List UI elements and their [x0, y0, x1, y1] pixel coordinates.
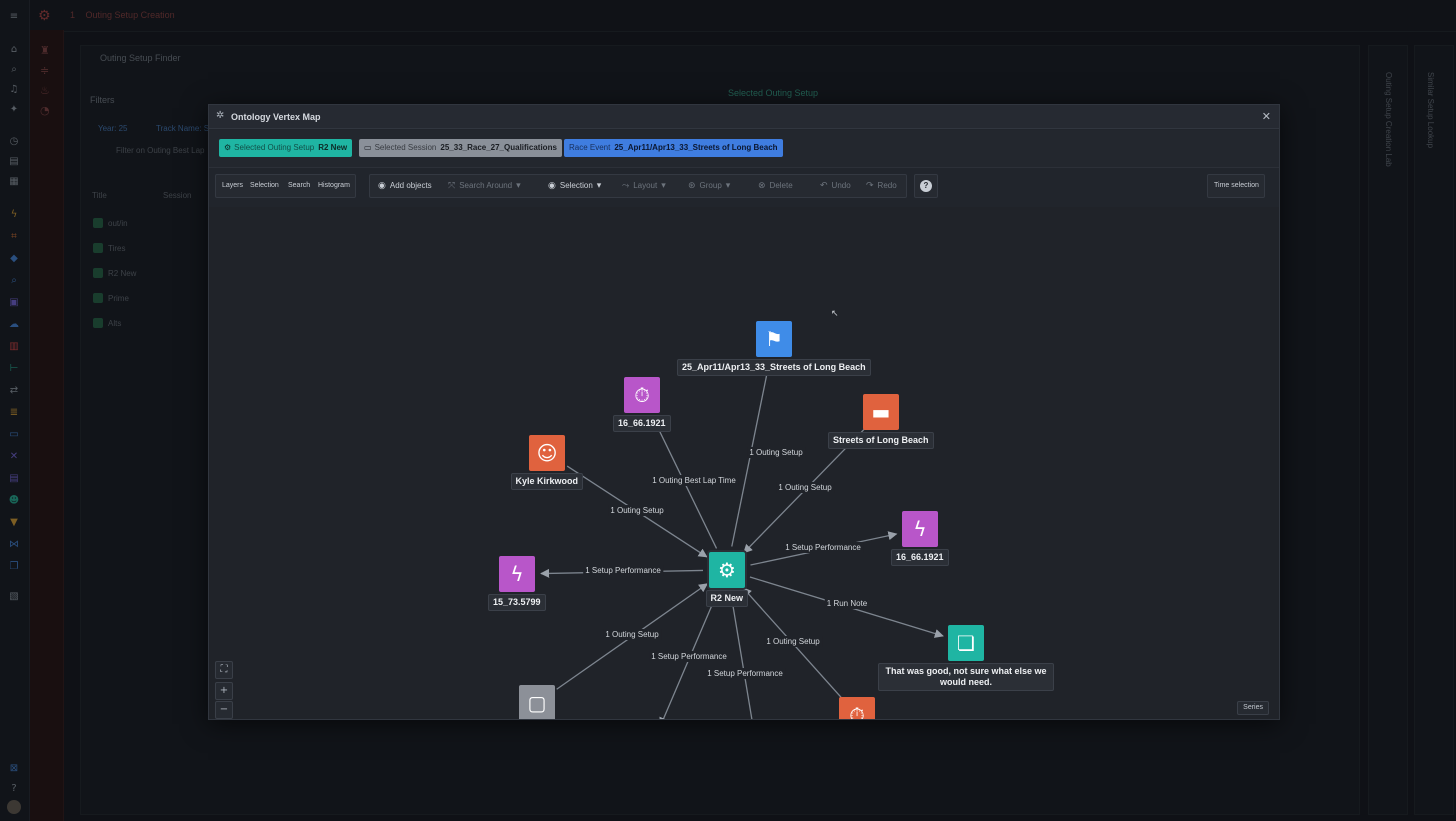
selection-label: Selection — [559, 181, 593, 190]
tab-histogram[interactable]: Histogram — [318, 175, 350, 197]
node-label[interactable]: 16_66.1921 — [613, 415, 671, 432]
group-icon: ⊛ — [688, 181, 696, 191]
node-label[interactable]: Kyle Kirkwood — [510, 473, 584, 490]
graph-edge[interactable] — [730, 593, 758, 720]
node-label[interactable]: 16_66.1921 — [891, 549, 949, 566]
chevron-down-icon: ▾ — [516, 181, 521, 191]
zoom-in-button[interactable]: + — [215, 682, 233, 700]
node-stopwatch-icon[interactable]: ⏱ — [624, 377, 660, 413]
node-label[interactable]: 15_73.5799 — [488, 594, 546, 611]
undo-label: Undo — [831, 181, 851, 190]
layout-icon: ⤳ — [622, 181, 630, 191]
add-objects-label: Add objects — [389, 181, 432, 190]
time-selection-label: Time selection — [1214, 182, 1259, 189]
modal-title: Ontology Vertex Map — [231, 112, 321, 122]
chevron-down-icon: ▾ — [725, 181, 731, 191]
edge-label: 1 Outing Setup — [778, 483, 832, 492]
action-toolbar: ◉ Add objects ⤧ Search Around ▾ ◉ Selection ▾… — [369, 174, 907, 198]
zoom-fit-button[interactable]: ⛶ — [215, 661, 233, 679]
graph-toolbar: Layers Selection Search Histogram ◉ Add o… — [209, 169, 1279, 207]
modal-header: ✲ Ontology Vertex Map ✕ — [209, 105, 1279, 129]
delete-icon: ⊗ — [758, 181, 766, 191]
node-label[interactable]: R2 New — [705, 590, 749, 607]
layout-button[interactable]: ⤳ Layout ▾ — [622, 175, 670, 197]
search-around-icon: ⤧ — [448, 181, 456, 191]
tab-search[interactable]: Search — [288, 175, 310, 197]
undo-button[interactable]: ↶ Undo — [820, 175, 851, 197]
node-person-icon[interactable]: ☺ — [529, 435, 565, 471]
undo-icon: ↶ — [820, 181, 828, 191]
node-stopwatch-icon[interactable]: ⏱ — [839, 697, 875, 719]
panel-tabs: Layers Selection Search Histogram — [215, 174, 356, 198]
selection-chips: ⚙ Selected Outing Setup R2 New ▭ Selected S… — [209, 130, 1279, 168]
chip-selected-session[interactable]: ▭ Selected Session 25_33_Race_27_Qualifica… — [359, 139, 562, 157]
tab-layers[interactable]: Layers — [222, 175, 243, 197]
layout-label: Layout — [633, 181, 658, 190]
chip-key: Race Event — [569, 143, 611, 152]
chip-selected-outing-setup[interactable]: ⚙ Selected Outing Setup R2 New — [219, 139, 353, 157]
edge-label: 1 Setup Performance — [785, 543, 861, 552]
node-flag-icon[interactable]: ⚑ — [756, 321, 792, 357]
mouse-cursor-icon: ↖ — [831, 309, 839, 319]
redo-label: Redo — [877, 181, 897, 190]
chip-value: 25_33_Race_27_Qualifications — [440, 143, 557, 152]
chip-race-event[interactable]: Race Event 25_Apr11/Apr13_33_Streets of L… — [564, 139, 783, 157]
close-button[interactable]: ✕ — [1262, 110, 1271, 123]
edge-label: 1 Outing Setup — [749, 448, 803, 457]
redo-icon: ↷ — [866, 181, 874, 191]
node-gear-icon[interactable]: ⚙ — [709, 552, 745, 588]
help-icon: ? — [920, 180, 932, 192]
group-label: Group — [699, 181, 722, 190]
search-around-label: Search Around — [459, 181, 513, 190]
graph-icon: ✲ — [216, 110, 225, 121]
session-icon: ▭ — [364, 143, 372, 152]
settings-icon: ⚙ — [224, 143, 232, 152]
redo-button[interactable]: ↷ Redo — [866, 175, 897, 197]
node-lightning-icon[interactable]: ϟ — [499, 556, 535, 592]
cursor-icon: ◉ — [548, 181, 556, 191]
node-label[interactable]: 25_Apr11/Apr13_33_Streets of Long Beach — [677, 359, 871, 376]
tab-selection[interactable]: Selection — [250, 175, 279, 197]
add-objects-button[interactable]: ◉ Add objects — [378, 175, 432, 197]
edge-label: 1 Setup Performance — [651, 652, 727, 661]
edge-label: 1 Run Note — [827, 599, 868, 608]
edge-label: 1 Outing Setup — [605, 630, 659, 639]
chip-value: 25_Apr11/Apr13_33_Streets of Long Beach — [614, 143, 778, 152]
node-track-icon[interactable]: ▬ — [863, 394, 899, 430]
chevron-down-icon: ▾ — [661, 181, 666, 191]
vertex-map-modal: ✲ Ontology Vertex Map ✕ ⚙ Selected Outing… — [208, 104, 1280, 720]
chevron-down-icon: ▾ — [596, 181, 602, 191]
delete-label: Delete — [769, 181, 793, 190]
selection-button[interactable]: ◉ Selection ▾ — [548, 175, 605, 197]
chip-key: Selected Outing Setup — [234, 143, 315, 152]
delete-button[interactable]: ⊗ Delete — [758, 175, 793, 197]
graph-canvas[interactable]: 1 Outing Setup 1 Outing Best Lap Time 1 Ou… — [209, 207, 1279, 720]
series-button[interactable]: Series — [1237, 701, 1269, 715]
app-root: ⚙ 1 Outing Setup Creation ≡ ⌂ ⌕ ♫ ✦ ◷ ▤ … — [0, 0, 1456, 821]
node-label[interactable]: Streets of Long Beach — [828, 432, 934, 449]
edge-label: 1 Outing Best Lap Time — [652, 476, 736, 485]
chip-value: R2 New — [318, 143, 348, 152]
chip-key: Selected Session — [374, 143, 437, 152]
search-around-button[interactable]: ⤧ Search Around ▾ — [448, 175, 525, 197]
node-lightning-icon[interactable]: ϟ — [902, 511, 938, 547]
time-selection-button[interactable]: Time selection — [1207, 174, 1265, 198]
edge-label: 1 Setup Performance — [707, 669, 783, 678]
help-button[interactable]: ? — [914, 174, 938, 198]
edge-label: 1 Outing Setup — [610, 506, 664, 515]
graph-edges: 1 Outing Setup 1 Outing Best Lap Time 1 Ou… — [540, 361, 944, 720]
zoom-out-button[interactable]: − — [215, 701, 233, 719]
group-button[interactable]: ⊛ Group ▾ — [688, 175, 734, 197]
node-session-icon[interactable]: ▢ — [519, 685, 555, 719]
add-icon: ◉ — [378, 181, 386, 191]
edge-label: 1 Setup Performance — [585, 566, 661, 575]
node-comment-icon[interactable]: ❏ — [948, 625, 984, 661]
node-label[interactable]: That was good, not sure what else we wou… — [878, 663, 1054, 691]
edge-label: 1 Outing Setup — [766, 637, 820, 646]
